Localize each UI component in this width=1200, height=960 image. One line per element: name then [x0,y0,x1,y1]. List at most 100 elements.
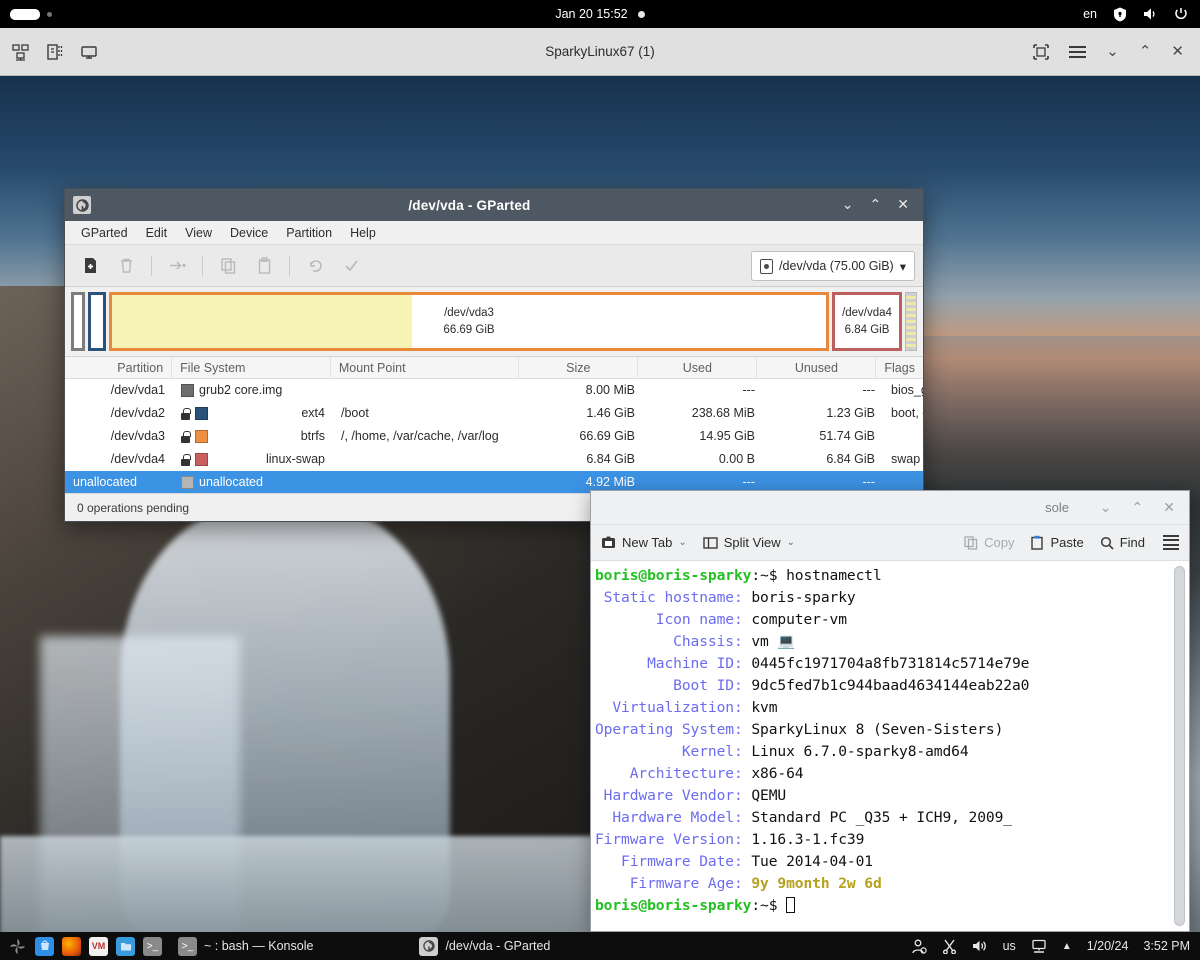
toolbar-separator [289,256,290,276]
paste-button[interactable]: Paste [1030,535,1083,550]
table-row[interactable]: /dev/vda1 grub2 core.img 8.00 MiB --- --… [65,379,923,402]
terminal-value: 9y 9month 2w 6d [751,875,881,892]
user-icon[interactable] [911,939,927,954]
monitor-icon[interactable] [80,43,98,61]
resize-move-icon [160,251,194,281]
cell-unused: --- [763,379,883,402]
cell-size: 1.46 GiB [523,402,643,425]
taskbar-window-konsole-label: ~ : bash — Konsole [204,939,313,953]
view-grid-icon[interactable] [12,43,30,61]
table-row[interactable]: /dev/vda4 linux-swap 6.84 GiB 0.00 B 6.8… [65,448,923,471]
partition-block-vda3[interactable]: /dev/vda3 66.69 GiB [109,292,829,351]
column-header-flags[interactable]: Flags [876,357,923,379]
firefox-icon[interactable] [62,937,81,956]
device-selector[interactable]: /dev/vda (75.00 GiB) ▾ [751,251,915,281]
power-icon[interactable] [1174,7,1188,21]
terminal-prompt-tail: :~$ [751,567,786,584]
split-view-button[interactable]: Split View ⌄ [703,535,795,550]
taskbar-time-label[interactable]: 3:52 PM [1143,939,1190,953]
fullscreen-icon[interactable] [1033,44,1049,60]
gparted-close-button[interactable]: ✕ [897,198,909,212]
menu-item-partition[interactable]: Partition [278,224,340,242]
column-header-filesystem[interactable]: File System [172,357,331,379]
top-panel-tray: en [1083,7,1200,22]
column-header-used[interactable]: Used [638,357,757,379]
terminal-value: x86-64 [751,765,803,782]
column-header-mountpoint[interactable]: Mount Point [331,357,519,379]
clock-label[interactable]: Jan 20 15:52 [555,7,627,21]
taskbar-window-konsole[interactable]: >_ ~ : bash — Konsole [172,937,319,956]
copy-icon [964,536,978,550]
menu-item-view[interactable]: View [177,224,220,242]
minimize-button[interactable]: ⌄ [1106,44,1119,59]
vm-icon[interactable]: VM [89,937,108,956]
scrollbar-thumb[interactable] [1174,566,1185,926]
table-row[interactable]: /dev/vda3 btrfs /, /home, /var/cache, /v… [65,425,923,448]
partition-block-vda4[interactable]: /dev/vda4 6.84 GiB [832,292,902,351]
partition-table: Partition File System Mount Point Size U… [65,357,923,494]
store-icon[interactable] [35,937,54,956]
chevron-down-icon[interactable]: ⌄ [678,537,686,548]
mounted-lock-icon [181,454,190,466]
sparky-menu-icon[interactable] [8,937,27,956]
paste-icon [247,251,281,281]
terminal-label: Operating System: [595,721,743,738]
volume-icon[interactable] [972,939,988,953]
terminal-prompt-tail: :~$ [751,897,786,914]
search-icon [1100,536,1114,550]
terminal-scrollbar[interactable] [1174,566,1186,926]
terminal-output[interactable]: boris@boris-sparky:~$ hostnamectl Static… [591,561,1189,931]
konsole-titlebar[interactable]: sole ⌄ ⌃ ✕ [591,491,1189,525]
gparted-menubar: GParted Edit View Device Partition Help [65,221,923,245]
new-tab-button[interactable]: New Tab ⌄ [601,535,687,550]
cell-partition: /dev/vda2 [65,402,173,425]
terminal-icon[interactable]: >_ [143,937,162,956]
display-icon[interactable] [1031,939,1047,954]
taskbar-launchers: VM >_ [0,937,162,956]
table-row[interactable]: /dev/vda2 ext4 /boot 1.46 GiB 238.68 MiB… [65,402,923,425]
battery-icon[interactable] [10,9,40,20]
gparted-title-label: /dev/vda - GParted [97,198,842,213]
menu-item-edit[interactable]: Edit [138,224,176,242]
chevron-down-icon[interactable]: ⌄ [787,537,795,548]
terminal-value: computer-vm [751,611,847,628]
menu-item-gparted[interactable]: GParted [73,224,136,242]
menu-item-help[interactable]: Help [342,224,384,242]
maximize-button[interactable]: ⌃ [1139,44,1152,59]
cell-filesystem: unallocated [173,471,333,494]
column-header-unused[interactable]: Unused [757,357,876,379]
column-header-size[interactable]: Size [519,357,638,379]
close-button[interactable]: ✕ [1171,44,1184,59]
split-view-icon [703,536,718,550]
column-header-partition[interactable]: Partition [65,357,172,379]
cell-filesystem-label: linux-swap [213,448,325,471]
show-hidden-icons-button[interactable]: ▲ [1062,941,1072,952]
volume-icon[interactable] [1143,7,1158,21]
menu-item-device[interactable]: Device [222,224,276,242]
taskbar-date-label[interactable]: 1/20/24 [1087,939,1129,953]
terminal-label: Machine ID: [595,655,743,672]
find-label: Find [1120,535,1145,550]
shield-icon[interactable] [1113,7,1127,22]
find-button[interactable]: Find [1100,535,1145,550]
device-icon[interactable] [46,43,64,61]
copy-button: Copy [964,535,1014,550]
new-partition-icon[interactable] [73,251,107,281]
partition-graphic: /dev/vda3 66.69 GiB /dev/vda4 6.84 GiB [65,287,923,357]
undo-icon [298,251,332,281]
partition-block-unallocated[interactable] [905,292,917,351]
filesystem-color-swatch [181,384,194,397]
files-icon[interactable] [116,937,135,956]
keyboard-layout-label[interactable]: en [1083,7,1097,21]
partition-block-vda2[interactable] [88,292,106,351]
gparted-titlebar[interactable]: /dev/vda - GParted ⌄ ⌃ ✕ [65,189,923,221]
cell-filesystem-label: grub2 core.img [199,379,325,402]
hamburger-menu-icon[interactable] [1163,532,1179,553]
gparted-minimize-button[interactable]: ⌄ [842,198,854,212]
menu-icon[interactable] [1069,43,1086,61]
taskbar-window-gparted[interactable]: /dev/vda - GParted [419,937,550,956]
keyboard-layout-label[interactable]: us [1003,939,1016,953]
gparted-maximize-button[interactable]: ⌃ [870,198,882,212]
partition-block-vda1[interactable] [71,292,85,351]
scissors-icon[interactable] [942,939,957,954]
